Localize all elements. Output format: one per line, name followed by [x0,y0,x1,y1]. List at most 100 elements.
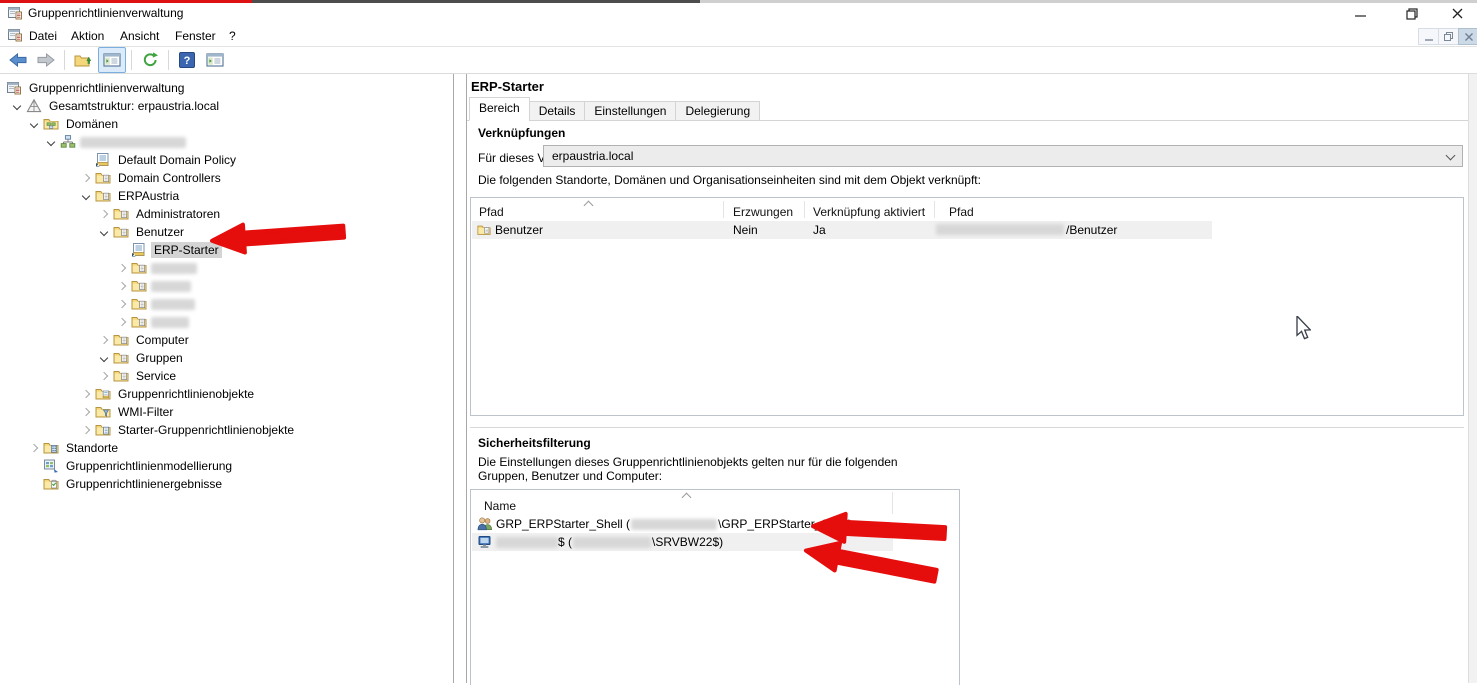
chevron-down-icon[interactable] [95,223,113,241]
display-scope-dropdown[interactable]: erpaustria.local [543,145,1463,167]
tree-item-gruppenrichtlinienobjekte[interactable]: Gruppenrichtlinienobjekte [77,385,257,403]
tree-item-label: Service [133,368,179,384]
chevron-right-icon[interactable] [25,439,43,457]
tree-item-modellierung[interactable]: Gruppenrichtlinienmodellierung [43,457,235,475]
help-button[interactable]: ? [174,48,200,72]
minimize-button[interactable] [1340,3,1380,24]
mdi-restore-button[interactable] [1438,28,1459,45]
gpo-title: ERP-Starter [471,79,544,94]
menu-aktion[interactable]: Aktion [64,27,111,45]
chevron-down-icon[interactable] [25,115,43,133]
tree-item-erpaustria[interactable]: ERPAustria [77,187,182,205]
computer-icon [477,534,493,550]
console-window-button[interactable] [202,48,228,72]
redacted-text [573,537,651,548]
tree-item-domaenen[interactable]: Domänen [25,115,121,133]
tree-item-domain-redacted[interactable] [42,133,186,151]
tree-item-gruppen[interactable]: Gruppen [95,349,186,367]
tab-details[interactable]: Details [529,101,586,121]
chevron-down-icon[interactable] [77,187,95,205]
chevron-right-icon[interactable] [77,421,95,439]
menu-datei[interactable]: Datei [22,27,64,45]
tree-item-forest[interactable]: Gesamtstruktur: erpaustria.local [8,97,222,115]
chevron-down-icon[interactable] [42,133,60,151]
chevron-right-icon[interactable] [77,169,95,187]
tab-einstellungen[interactable]: Einstellungen [584,101,676,121]
chevron-right-icon[interactable] [77,403,95,421]
column-header-erzwungen[interactable]: Erzwungen [733,205,793,219]
menu-hilfe[interactable]: ? [222,27,243,45]
menu-fenster[interactable]: Fenster [168,27,223,45]
tree-item-redacted-ou[interactable] [113,259,197,277]
chevron-right-icon[interactable] [113,259,131,277]
ou-icon [113,206,129,222]
security-row-group[interactable]: GRP_ERPStarter_Shell ( \GRP_ERPStarter_S… [472,515,952,533]
tree-item-label: Computer [133,332,192,348]
chevron-right-icon[interactable] [113,277,131,295]
tree-item-computer[interactable]: Computer [95,331,192,349]
tree-item-benutzer[interactable]: Benutzer [95,223,187,241]
domain-icon [60,134,76,150]
forward-button[interactable] [33,48,59,72]
column-header-aktiviert[interactable]: Verknüpfung aktiviert [813,205,925,219]
tree-item-standorte[interactable]: Standorte [25,439,121,457]
wmi-filter-icon [95,404,111,420]
tree-item-service[interactable]: Service [95,367,179,385]
chevron-down-icon[interactable] [8,97,26,115]
column-header-pfad[interactable]: Pfad [479,205,504,219]
chevron-right-icon[interactable] [95,331,113,349]
chevron-right-icon[interactable] [77,385,95,403]
mdi-minimize-button[interactable] [1418,28,1439,45]
chevron-right-icon[interactable] [95,205,113,223]
tree-item-redacted-ou[interactable] [113,277,191,295]
tree-item-default-domain-policy[interactable]: Default Domain Policy [77,151,239,169]
tree-item-label: Benutzer [133,224,187,240]
links-table: Pfad Erzwungen Verknüpfung aktiviert Pfa… [470,197,1464,416]
chevron-right-icon[interactable] [113,313,131,331]
back-button[interactable] [5,48,31,72]
close-button[interactable] [1437,3,1477,24]
gpo-link-icon [95,152,111,168]
tree-item-administratoren[interactable]: Administratoren [95,205,223,223]
ou-icon [113,368,129,384]
mdi-close-button[interactable] [1458,28,1477,45]
tree-item-erp-starter[interactable]: ERP-Starter [113,241,222,259]
tree-item-redacted-ou[interactable] [113,313,189,331]
security-row-computer[interactable]: $ ( \SRVBW22$) [472,533,952,551]
chevron-right-icon[interactable] [95,367,113,385]
tree-item-domain-controllers[interactable]: Domain Controllers [77,169,224,187]
restore-button[interactable] [1392,3,1432,24]
tree-item-redacted-ou[interactable] [113,295,195,313]
tree-item-starter-gpos[interactable]: Starter-Gruppenrichtlinienobjekte [77,421,297,439]
tree-item-label: Domain Controllers [115,170,224,186]
tree-item-wmi-filter[interactable]: WMI-Filter [77,403,176,421]
up-one-level-button[interactable] [70,48,96,72]
tree-item-ergebnisse[interactable]: Gruppenrichtlinienergebnisse [43,475,225,493]
tab-delegierung[interactable]: Delegierung [675,101,760,121]
tab-bereich[interactable]: Bereich [469,97,530,121]
toolbar-separator [131,50,132,70]
chevron-right-icon[interactable] [113,295,131,313]
tree-item-gpmc-root[interactable]: Gruppenrichtlinienverwaltung [6,79,187,97]
ou-icon [131,314,147,330]
chevron-down-icon [1446,151,1456,161]
chevron-down-icon[interactable] [95,349,113,367]
ou-icon [131,296,147,312]
tree-item-label: Administratoren [133,206,223,222]
column-header-name[interactable]: Name [484,499,516,513]
tree-item-label: Starter-Gruppenrichtlinienobjekte [115,422,297,438]
redacted-text [151,317,189,328]
mdi-document-icon [7,27,23,43]
starter-gpo-folder-icon [95,422,111,438]
pane-splitter[interactable] [454,74,466,683]
ou-icon [113,350,129,366]
vertical-scrollbar[interactable] [1468,74,1477,683]
security-section-heading: Sicherheitsfilterung [478,436,591,450]
menu-ansicht[interactable]: Ansicht [113,27,166,45]
tree-item-label: Gruppenrichtlinienobjekte [115,386,257,402]
column-header-pfad2[interactable]: Pfad [949,205,974,219]
tabstrip: Bereich Details Einstellungen Delegierun… [469,100,759,121]
refresh-button[interactable] [137,48,163,72]
show-console-tree-button[interactable] [98,47,126,73]
domains-icon [43,116,59,132]
